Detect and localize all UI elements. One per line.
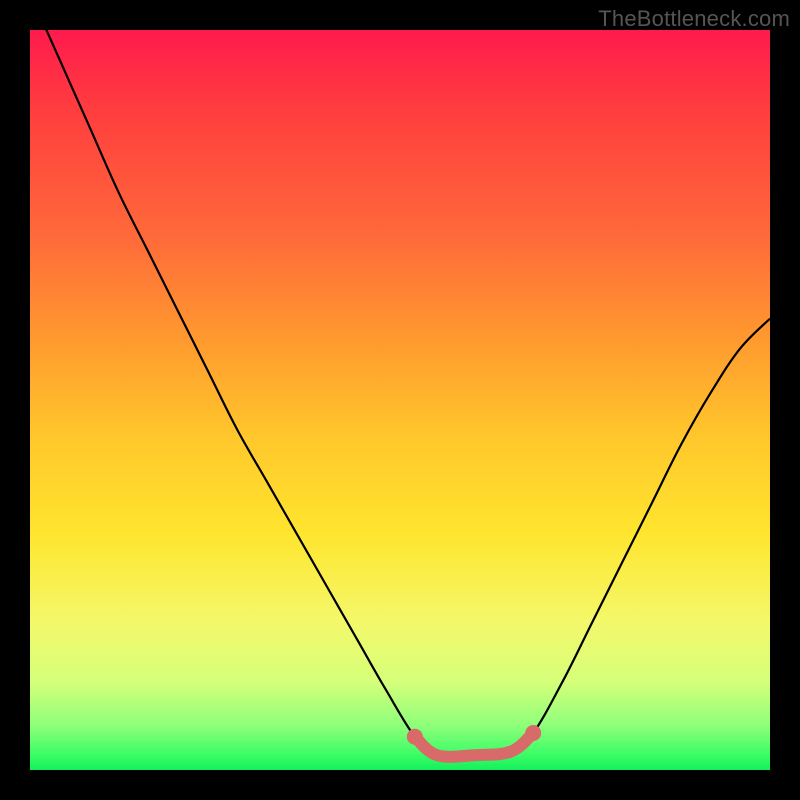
highlight-end-dot-right	[525, 725, 541, 741]
curve-layer	[30, 30, 770, 770]
bottleneck-curve	[30, 30, 770, 757]
plot-area	[30, 30, 770, 770]
highlight-end-dot-left	[407, 729, 423, 745]
watermark-text: TheBottleneck.com	[598, 6, 790, 32]
flat-bottom-highlight	[415, 733, 533, 757]
chart-frame: TheBottleneck.com	[0, 0, 800, 800]
